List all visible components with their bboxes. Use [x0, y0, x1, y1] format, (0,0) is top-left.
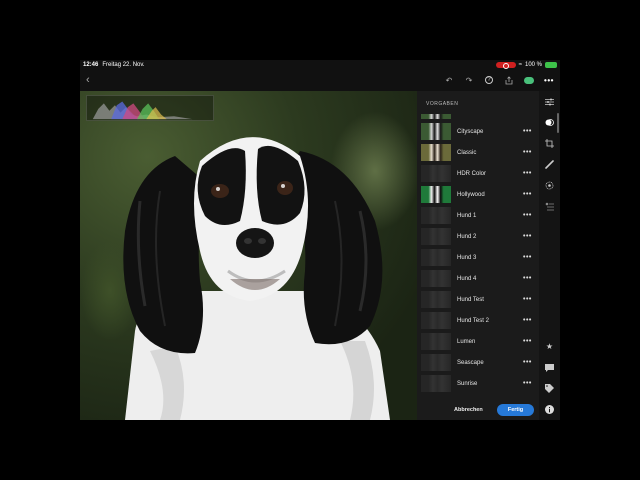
redo-icon[interactable]: ↷ — [464, 75, 474, 85]
crop-icon[interactable] — [544, 138, 555, 149]
preset-row[interactable]: Cityscape ••• — [417, 121, 539, 142]
undo-icon[interactable]: ↶ — [444, 75, 454, 85]
preset-label: Hund 4 — [457, 275, 477, 282]
preset-thumbnail — [421, 207, 451, 224]
status-bar: 12:46 Freitag 22. Nov. ≈ 100 % — [80, 60, 560, 69]
preset-row[interactable]: Hund Test ••• — [417, 289, 539, 310]
preset-row[interactable]: Seascape ••• — [417, 352, 539, 373]
preset-row[interactable]: Hund 2 ••• — [417, 226, 539, 247]
preset-more-icon[interactable]: ••• — [523, 296, 532, 303]
preset-row[interactable]: HDR Color ••• — [417, 163, 539, 184]
preset-thumbnail — [421, 123, 451, 140]
preset-list[interactable]: Cityscape ••• Classic ••• HDR Color ••• Hollyw… — [417, 114, 539, 399]
preset-row[interactable]: Hund 1 ••• — [417, 205, 539, 226]
cancel-button[interactable]: Abbrechen — [454, 407, 483, 413]
preset-row[interactable]: Sunrise ••• — [417, 373, 539, 394]
preset-more-icon[interactable]: ••• — [523, 317, 532, 324]
share-icon[interactable] — [504, 75, 514, 85]
panel-title: VORGABEN — [426, 101, 459, 107]
preset-more-icon[interactable]: ••• — [523, 170, 532, 177]
panel-footer: Abbrechen Fertig — [417, 399, 539, 420]
top-toolbar: ‹ ↶ ↷ ? ••• — [80, 69, 560, 91]
preset-thumbnail — [421, 291, 451, 308]
battery-percent: 100 % — [524, 61, 542, 68]
preset-more-icon[interactable]: ••• — [523, 191, 532, 198]
preset-thumbnail — [421, 312, 451, 329]
star-icon[interactable]: ★ — [544, 341, 555, 352]
preset-row[interactable]: Hund Test 2 ••• — [417, 310, 539, 331]
preset-more-icon[interactable]: ••• — [523, 149, 532, 156]
dog-photo — [123, 137, 390, 420]
preset-thumbnail — [421, 186, 451, 203]
photo-canvas[interactable] — [80, 91, 417, 420]
preset-label: Seascape — [457, 359, 484, 366]
wifi-icon: ≈ — [518, 61, 522, 68]
presets-icon[interactable] — [544, 117, 555, 128]
back-icon[interactable]: ‹ — [86, 74, 90, 86]
info-icon[interactable] — [544, 404, 555, 415]
selective-icon[interactable] — [544, 180, 555, 191]
preset-label: Hund 1 — [457, 212, 477, 219]
preset-more-icon[interactable]: ••• — [523, 275, 532, 282]
preset-more-icon[interactable]: ••• — [523, 212, 532, 219]
preset-row-partial[interactable] — [417, 114, 539, 121]
preset-label: Hund Test 2 — [457, 317, 489, 324]
preset-thumbnail — [421, 354, 451, 371]
preset-row[interactable]: Lumen ••• — [417, 331, 539, 352]
done-button[interactable]: Fertig — [497, 403, 534, 416]
preset-row[interactable]: Hund 4 ••• — [417, 268, 539, 289]
sliders-icon[interactable] — [544, 96, 555, 107]
histogram[interactable] — [86, 95, 214, 121]
preset-row[interactable]: Hund 3 ••• — [417, 247, 539, 268]
preset-label: HDR Color — [457, 170, 487, 177]
tag-icon[interactable] — [544, 383, 555, 394]
preset-label: Hund 2 — [457, 233, 477, 240]
screen-recording-icon[interactable] — [495, 61, 516, 69]
preset-more-icon[interactable]: ••• — [523, 338, 532, 345]
status-date: Freitag 22. Nov. — [102, 61, 145, 68]
preset-label: Hund Test — [457, 296, 484, 303]
preset-more-icon[interactable]: ••• — [523, 233, 532, 240]
preset-thumbnail — [421, 333, 451, 350]
preset-row[interactable]: Hollywood ••• — [417, 184, 539, 205]
presets-panel: VORGABEN Cityscape ••• Classic ••• HDR Color… — [417, 91, 539, 420]
ipad-screen: 12:46 Freitag 22. Nov. ≈ 100 % ‹ ↶ ↷ ? •… — [80, 60, 560, 420]
preset-thumbnail — [421, 114, 451, 119]
preset-thumbnail — [421, 144, 451, 161]
preset-label: Classic — [457, 149, 477, 156]
preset-label: Hollywood — [457, 191, 485, 198]
preset-more-icon[interactable]: ••• — [523, 380, 532, 387]
status-right: ≈ 100 % — [495, 61, 557, 69]
preset-more-icon[interactable]: ••• — [523, 359, 532, 366]
help-button[interactable]: ? — [484, 75, 494, 85]
preset-row[interactable]: Classic ••• — [417, 142, 539, 163]
preset-thumbnail — [421, 249, 451, 266]
status-time: 12:46 — [83, 61, 99, 68]
preset-label: Hund 3 — [457, 254, 477, 261]
help-icon: ? — [485, 76, 493, 84]
comment-icon[interactable] — [544, 362, 555, 373]
healing-brush-icon[interactable] — [544, 159, 555, 170]
cloud-sync-icon[interactable] — [524, 75, 534, 85]
battery-icon — [545, 61, 557, 68]
preset-more-icon[interactable]: ••• — [523, 254, 532, 261]
preset-more-icon[interactable]: ••• — [523, 128, 532, 135]
preset-label: Lumen — [457, 338, 476, 345]
panel-scrollbar[interactable] — [557, 113, 559, 133]
preset-thumbnail — [421, 375, 451, 392]
more-icon[interactable]: ••• — [544, 75, 554, 85]
toolbar-actions: ↶ ↷ ? ••• — [444, 75, 554, 85]
preset-thumbnail — [421, 270, 451, 287]
versions-icon[interactable] — [544, 201, 555, 212]
preset-thumbnail — [421, 228, 451, 245]
preset-label: Sunrise — [457, 380, 478, 387]
preset-thumbnail — [421, 165, 451, 182]
preset-label: Cityscape — [457, 128, 484, 135]
right-tool-rail: ★ — [539, 91, 560, 420]
